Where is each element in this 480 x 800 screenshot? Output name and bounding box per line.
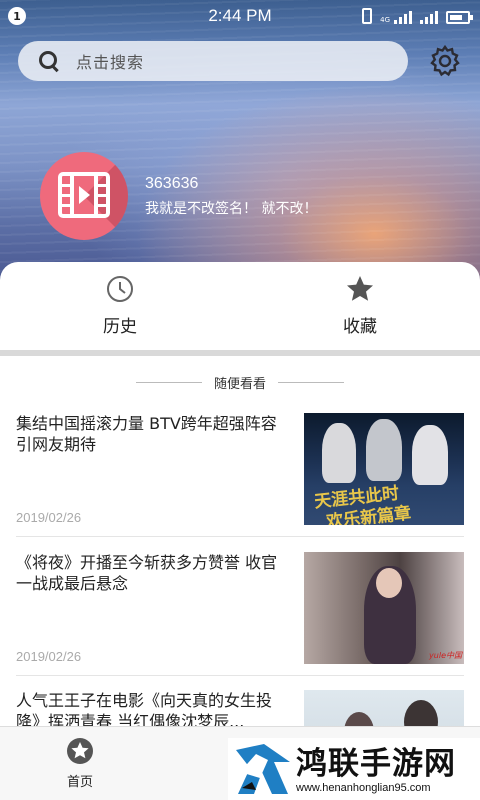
header-line-left xyxy=(135,381,202,383)
feed-section-title: 随便看看 xyxy=(213,376,266,392)
section-divider xyxy=(0,350,480,356)
article-thumbnail: 天涯共此时 欢乐新篇章 xyxy=(304,413,464,525)
clock-icon xyxy=(107,276,133,302)
article-title: 集结中国摇滚力量 BTV跨年超强阵容引网友期待 xyxy=(16,414,277,454)
search-icon xyxy=(38,50,60,72)
history-button[interactable]: 历史 xyxy=(0,274,240,354)
article-thumbnail: yule中国 xyxy=(304,552,464,664)
nav-home-label: 首页 xyxy=(66,775,93,790)
thumbnail-watermark: yule中国 xyxy=(429,651,462,660)
user-signature: 我就是不改签名！ 就不改！ xyxy=(145,201,318,217)
nav-home[interactable]: 首页 xyxy=(40,727,120,800)
favorites-button[interactable]: 收藏 xyxy=(240,274,480,354)
article-date: 2019/02/26 xyxy=(16,649,82,664)
list-item[interactable]: 《将夜》开播至今斩获多方赞誉 收官一战成最后悬念 2019/02/26 yule… xyxy=(16,552,464,676)
video-film-icon xyxy=(58,172,110,218)
list-item[interactable]: 集结中国摇滚力量 BTV跨年超强阵容引网友期待 2019/02/26 天涯共此时… xyxy=(16,413,464,537)
watermark-url: www.henanhonglian95.com xyxy=(296,782,431,794)
home-star-icon xyxy=(67,738,93,764)
feed-section-header: 随便看看 xyxy=(0,372,480,392)
signal-icon-2 xyxy=(420,10,438,24)
article-date: 2019/02/26 xyxy=(16,510,82,525)
star-icon xyxy=(347,276,373,301)
item-separator xyxy=(16,536,464,537)
username: 363636 xyxy=(145,175,199,192)
search-placeholder: 点击搜索 xyxy=(76,53,145,72)
article-title: 《将夜》开播至今斩获多方赞誉 收官一战成最后悬念 xyxy=(16,553,278,593)
battery-icon xyxy=(446,11,473,24)
header-line-right xyxy=(278,381,344,383)
history-label: 历史 xyxy=(103,317,137,337)
network-type: 4G xyxy=(380,16,390,24)
status-bar: 1 2:44 PM 4G xyxy=(0,0,480,32)
status-icons: 4G xyxy=(362,8,473,24)
vibrate-icon xyxy=(362,8,373,24)
gear-icon[interactable] xyxy=(428,44,462,78)
watermark-title: 鸿联手游网 xyxy=(296,746,456,782)
app-screen: 1 2:44 PM 4G 点击搜索 363636 我就是不改签名！ 就不改！ 历… xyxy=(0,0,480,800)
signal-icon xyxy=(394,10,412,24)
avatar[interactable] xyxy=(40,152,128,240)
favorites-label: 收藏 xyxy=(343,317,377,337)
search-bar[interactable]: 点击搜索 xyxy=(18,41,408,81)
watermark-logo xyxy=(236,744,290,794)
item-separator xyxy=(16,675,464,676)
site-watermark: 鸿联手游网 www.henanhonglian95.com xyxy=(228,738,480,800)
